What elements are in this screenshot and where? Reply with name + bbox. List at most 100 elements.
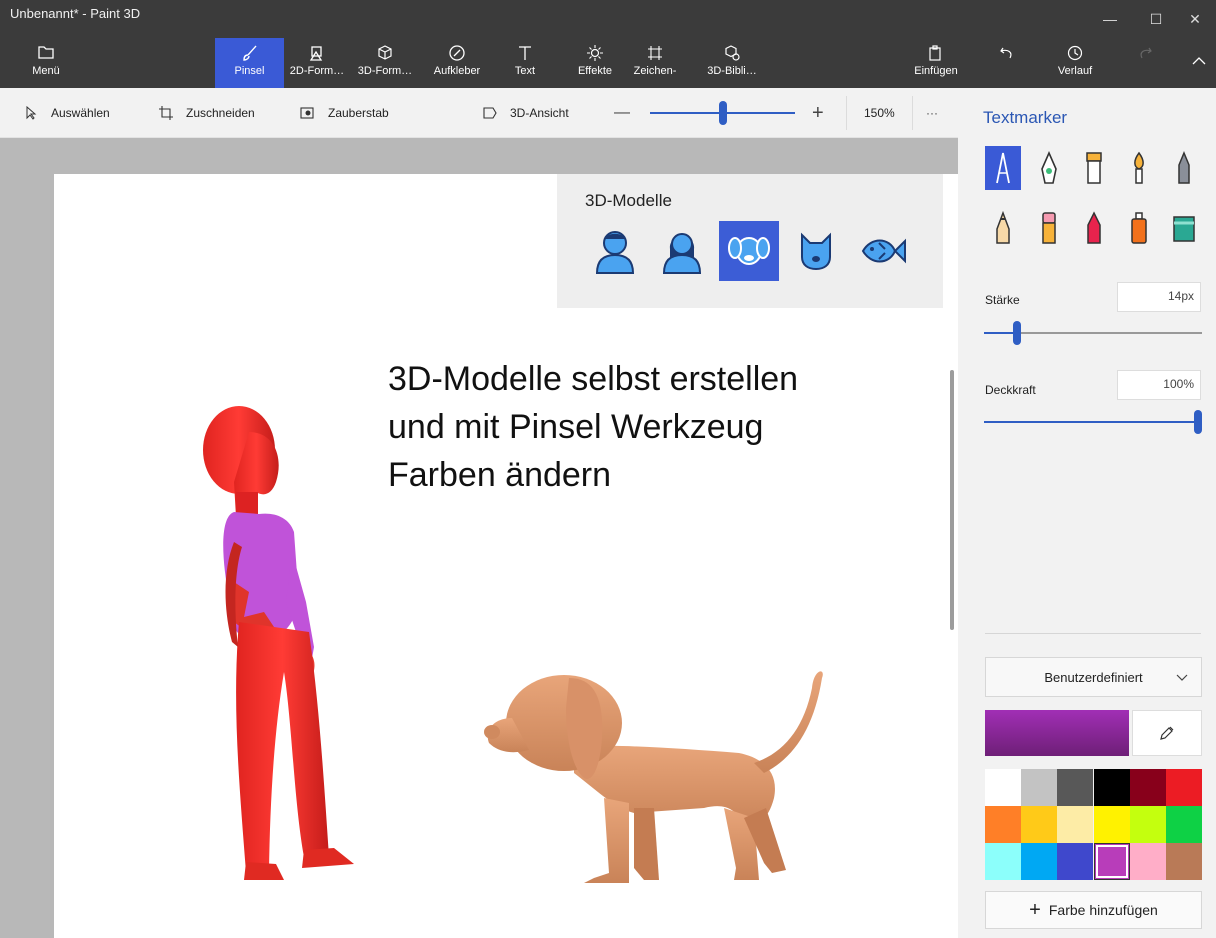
3d-view-button[interactable]: 3D-Ansicht <box>482 88 569 138</box>
oil-brush[interactable] <box>1076 146 1112 190</box>
menu-button[interactable]: Menü <box>18 38 74 88</box>
panel-title: Textmarker <box>983 108 1068 127</box>
opacity-input[interactable]: 100% <box>1117 370 1201 400</box>
slider-thumb[interactable] <box>1194 410 1202 434</box>
sub-toolbar: Auswählen Zuschneiden Zauberstab 3D-Ansi… <box>0 88 958 138</box>
canvas-text-line: und mit Pinsel Werkzeug <box>388 408 764 446</box>
zoom-in-button[interactable]: + <box>812 88 824 138</box>
color-swatch[interactable] <box>985 843 1021 880</box>
pixel-pen-brush[interactable] <box>1166 146 1202 190</box>
zoom-slider[interactable] <box>650 101 795 125</box>
color-swatch[interactable] <box>1129 769 1166 806</box>
pen-icon <box>1041 151 1057 184</box>
undo-button[interactable] <box>990 38 1024 88</box>
brush-icon <box>215 38 284 64</box>
tool-label: Aufkleber <box>433 65 481 77</box>
3d-models-panel: 3D-Modelle <box>557 174 943 308</box>
color-swatch[interactable] <box>1166 769 1202 806</box>
color-swatch[interactable] <box>1093 769 1130 806</box>
more-options-button[interactable]: ··· <box>926 88 938 138</box>
close-button[interactable]: ✕ <box>1172 0 1216 38</box>
fill-bucket-icon <box>1173 216 1195 242</box>
color-swatch[interactable] <box>1093 843 1130 880</box>
eyedropper-button[interactable] <box>1132 710 1202 756</box>
opacity-slider[interactable] <box>984 410 1202 434</box>
tool-brushes[interactable]: Pinsel <box>215 38 284 88</box>
folder-icon <box>18 38 74 64</box>
tool-2d-shapes[interactable]: 2D-Form… <box>287 38 347 88</box>
crop-button[interactable]: Zuschneiden <box>158 88 255 138</box>
tool-stickers[interactable]: Aufkleber <box>427 38 487 88</box>
minimize-button[interactable]: — <box>1087 0 1133 38</box>
menu-label: Menü <box>32 65 60 77</box>
color-swatch[interactable] <box>1166 806 1202 843</box>
color-swatch[interactable] <box>1021 769 1058 806</box>
color-swatch[interactable] <box>1129 806 1166 843</box>
zoom-slider-thumb[interactable] <box>719 101 727 125</box>
paste-button[interactable]: Einfügen <box>906 38 966 88</box>
woman-model-icon[interactable] <box>652 221 712 281</box>
spray-can-icon <box>1131 212 1147 244</box>
canvas-text[interactable]: 3D-Modelle selbst erstellen und mit Pins… <box>388 355 798 499</box>
tool-3d-library[interactable]: 3D-Bibli… <box>700 38 764 88</box>
vertical-scrollbar[interactable] <box>950 370 954 630</box>
slider-thumb[interactable] <box>1013 321 1021 345</box>
color-mode-dropdown[interactable]: Benutzerdefiniert <box>985 657 1202 697</box>
color-swatch[interactable] <box>1057 769 1094 806</box>
pencil-icon <box>996 211 1010 244</box>
add-color-label: Farbe hinzufügen <box>1048 902 1158 918</box>
pencil-brush[interactable] <box>985 206 1021 250</box>
crop-icon <box>159 106 173 120</box>
tool-effects[interactable]: Effekte <box>570 38 620 88</box>
zoom-out-button[interactable]: — <box>614 88 630 138</box>
color-swatch[interactable] <box>1129 843 1166 880</box>
fill-brush[interactable] <box>1166 206 1202 250</box>
add-color-button[interactable]: + Farbe hinzufügen <box>985 891 1202 929</box>
select-label: Auswählen <box>51 106 110 120</box>
tool-canvas[interactable]: Zeichen- <box>625 38 685 88</box>
zoom-level[interactable]: 150% <box>864 88 895 138</box>
3d-view-icon <box>483 107 497 119</box>
magic-select-button[interactable]: Zauberstab <box>300 88 389 138</box>
color-swatch[interactable] <box>1057 843 1094 880</box>
brush-panel: Textmarker Stärke 14px Deckkraft 100% Be… <box>958 88 1216 938</box>
current-color-swatch[interactable] <box>985 710 1129 756</box>
thickness-input[interactable]: 14px <box>1117 282 1201 312</box>
shapes-2d-icon <box>287 38 347 64</box>
tool-label: 2D-Form… <box>289 65 345 77</box>
history-button[interactable]: Verlauf <box>1050 38 1100 88</box>
collapse-ribbon-button[interactable] <box>1186 38 1212 88</box>
cat-model-icon[interactable] <box>786 221 846 281</box>
tool-text[interactable]: Text <box>503 38 547 88</box>
canvas-icon <box>625 38 685 64</box>
tool-label: Pinsel <box>234 65 265 77</box>
tool-label: 3D-Form… <box>357 65 413 77</box>
color-swatch[interactable] <box>1021 843 1058 880</box>
watercolor-brush[interactable] <box>1121 146 1157 190</box>
redo-icon <box>1128 38 1162 64</box>
chevron-up-icon <box>1186 38 1212 65</box>
color-swatch[interactable] <box>985 769 1021 806</box>
dog-model-icon[interactable] <box>719 221 779 281</box>
slider-fill <box>984 421 1198 423</box>
color-swatch[interactable] <box>985 806 1021 843</box>
color-swatch[interactable] <box>1057 806 1094 843</box>
thickness-slider[interactable] <box>984 321 1202 345</box>
plus-icon: + <box>1029 898 1041 921</box>
crayon-brush[interactable] <box>1076 206 1112 250</box>
tool-3d-shapes[interactable]: 3D-Form… <box>355 38 415 88</box>
redo-button[interactable] <box>1128 38 1162 88</box>
marker-brush[interactable] <box>985 146 1021 190</box>
dog-3d-model[interactable] <box>454 658 826 890</box>
color-swatch[interactable] <box>1166 843 1202 880</box>
eraser-brush[interactable] <box>1031 206 1067 250</box>
color-swatch[interactable] <box>1093 806 1130 843</box>
select-button[interactable]: Auswählen <box>25 88 110 138</box>
fish-model-icon[interactable] <box>853 221 913 281</box>
calligraphy-pen-brush[interactable] <box>1031 146 1067 190</box>
pixel-pen-icon <box>1178 151 1190 184</box>
paste-icon <box>906 38 966 64</box>
spray-can-brush[interactable] <box>1121 206 1157 250</box>
color-swatch[interactable] <box>1021 806 1058 843</box>
man-model-icon[interactable] <box>585 221 645 281</box>
